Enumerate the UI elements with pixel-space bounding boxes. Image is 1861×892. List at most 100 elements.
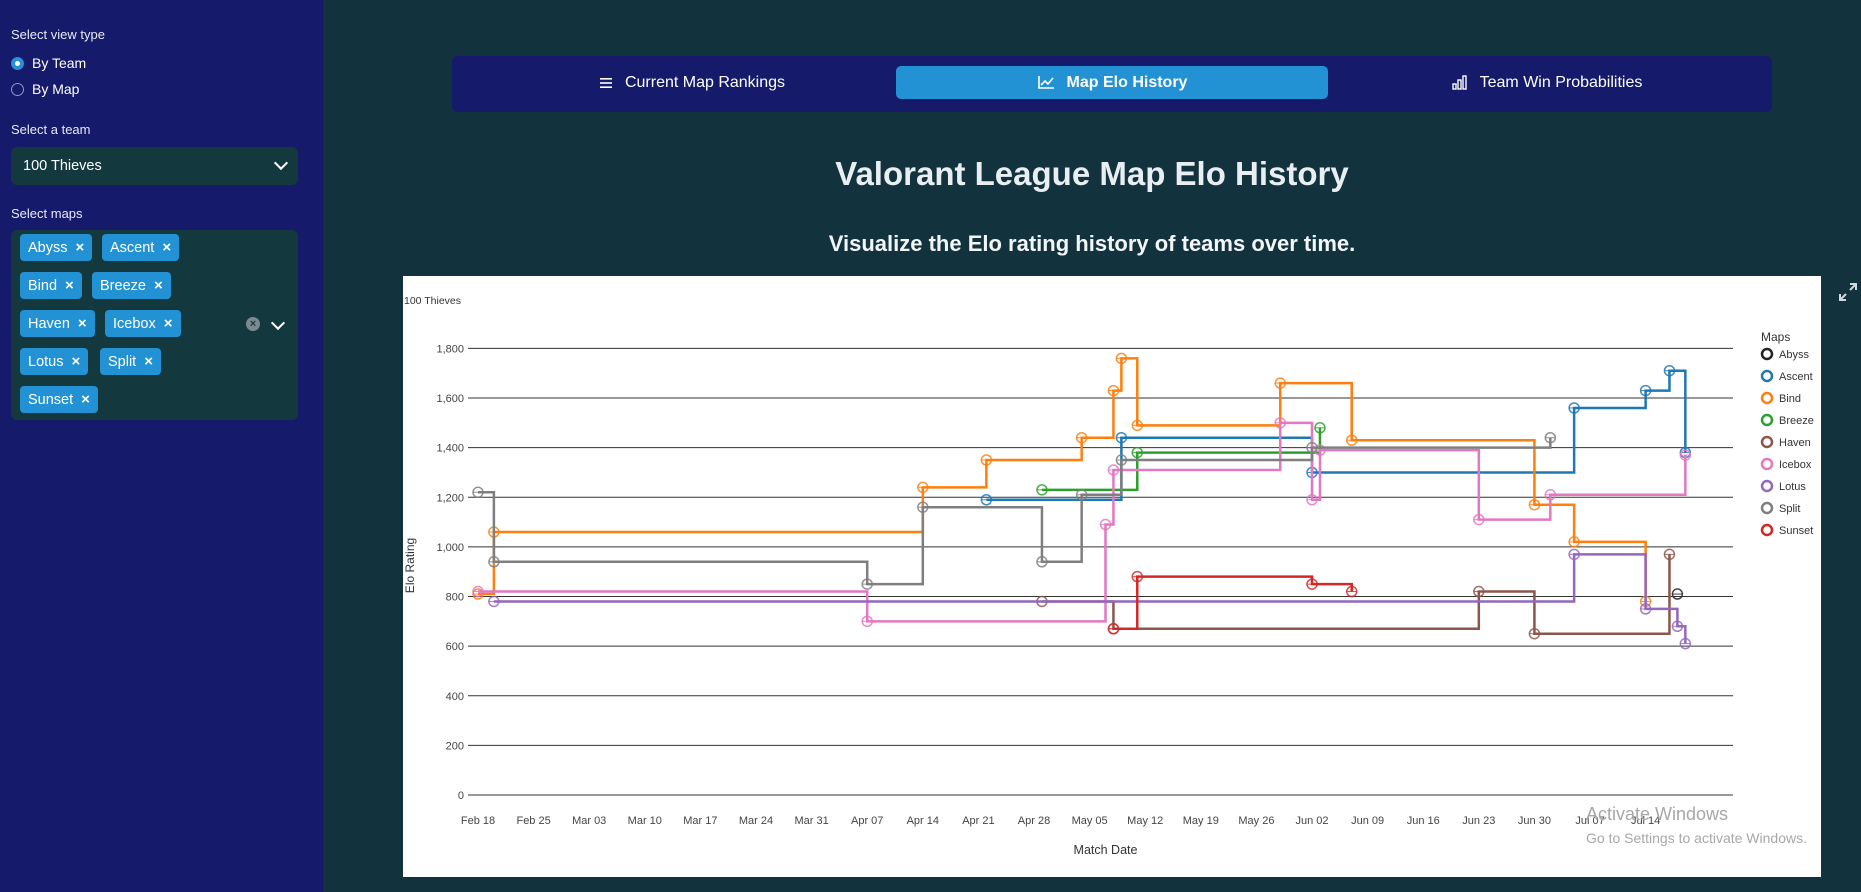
chart-svg: 0 200 400 600 800 1,000 1,200 1,400 1,600 1,800 Fe…	[403, 295, 1814, 857]
map-chip-sunset[interactable]: Sunset ×	[20, 386, 98, 413]
x-tick-label: Feb 18	[461, 815, 495, 827]
tab-label: Team Win Probabilities	[1479, 73, 1643, 91]
close-icon[interactable]: ×	[76, 239, 85, 256]
map-chip-ascent[interactable]: Ascent ×	[102, 234, 180, 261]
list-icon	[599, 77, 612, 88]
expand-icon[interactable]	[1836, 280, 1860, 304]
y-tick-label: 1,200	[436, 492, 464, 504]
x-tick-label: May 12	[1127, 815, 1163, 827]
chip-label: Haven	[28, 315, 70, 332]
tab-current-map-rankings[interactable]: Current Map Rankings	[582, 66, 802, 99]
y-tick-label: 600	[446, 641, 464, 653]
y-tick-label: 200	[446, 740, 464, 752]
chip-label: Bind	[28, 277, 58, 294]
tab-bar: Current Map Rankings Map Elo History Tea…	[452, 56, 1772, 112]
y-tick-label: 0	[458, 790, 464, 802]
x-tick-label: Mar 03	[572, 815, 606, 827]
team-select[interactable]: 100 Thieves	[11, 147, 298, 185]
y-axis-title: Elo Rating	[403, 538, 417, 593]
radio-by-map[interactable]: By Map	[11, 81, 79, 97]
page-subtitle: Visualize the Elo rating history of team…	[828, 231, 1356, 256]
legend-label: Breeze	[1779, 415, 1814, 427]
legend-title: Maps	[1761, 330, 1790, 344]
x-tick-label: May 26	[1238, 815, 1274, 827]
map-chip-abyss[interactable]: Abyss ×	[20, 234, 93, 261]
legend-label: Icebox	[1779, 459, 1812, 471]
page-title: Valorant League Map Elo History	[835, 155, 1349, 192]
y-tick-label: 1,000	[436, 542, 464, 554]
close-icon[interactable]: ×	[78, 315, 87, 332]
map-chip-icebox[interactable]: Icebox ×	[105, 310, 181, 337]
x-tick-label: Apr 07	[851, 815, 883, 827]
tab-team-win-probabilities[interactable]: Team Win Probabilities	[1447, 66, 1647, 99]
x-tick-label: Jun 30	[1518, 815, 1551, 827]
close-icon[interactable]: ×	[164, 315, 173, 332]
chip-label: Ascent	[110, 239, 155, 256]
clear-all-icon[interactable]: ×	[246, 317, 260, 331]
map-chip-bind[interactable]: Bind ×	[20, 272, 82, 299]
activate-windows-subtext: Go to Settings to activate Windows.	[1586, 830, 1807, 846]
close-icon[interactable]: ×	[154, 277, 163, 294]
legend-marker-lotus	[1760, 479, 1774, 493]
legend-marker-breeze	[1760, 413, 1774, 427]
x-tick-label: Feb 25	[516, 815, 550, 827]
legend-label: Ascent	[1779, 371, 1813, 383]
y-tick-label: 1,800	[436, 343, 464, 355]
line-chart-icon	[1037, 76, 1054, 89]
map-chip-split[interactable]: Split ×	[100, 348, 161, 375]
series-line-lotus	[493, 553, 1687, 644]
radio-by-team[interactable]: By Team	[11, 55, 86, 71]
legend-label: Abyss	[1779, 349, 1809, 361]
radio-by-map-label: By Map	[32, 81, 80, 97]
x-tick-label: Apr 28	[1018, 815, 1050, 827]
legend-label: Haven	[1779, 437, 1811, 449]
x-tick-label: May 19	[1183, 815, 1219, 827]
y-tick-label: 1,400	[436, 443, 464, 455]
x-tick-label: Mar 31	[794, 815, 828, 827]
tab-label: Current Map Rankings	[624, 73, 786, 91]
y-tick-label: 800	[446, 592, 464, 604]
legend-label: Lotus	[1779, 481, 1806, 493]
view-type-label: Select view type	[11, 27, 105, 42]
x-tick-label: Jun 16	[1407, 815, 1440, 827]
map-chip-lotus[interactable]: Lotus ×	[20, 348, 89, 375]
chip-label: Split	[108, 353, 137, 370]
legend-label: Split	[1779, 503, 1800, 515]
close-icon[interactable]: ×	[162, 239, 171, 256]
chip-label: Sunset	[28, 391, 74, 408]
chip-label: Icebox	[113, 315, 156, 332]
tab-map-elo-history[interactable]: Map Elo History	[896, 66, 1328, 99]
legend-marker-icebox	[1760, 457, 1774, 471]
chart-title: 100 Thieves	[404, 295, 461, 307]
close-icon[interactable]: ×	[65, 277, 74, 294]
x-tick-label: May 05	[1072, 815, 1108, 827]
x-tick-label: Jun 09	[1351, 815, 1384, 827]
tab-label: Map Elo History	[1066, 73, 1188, 91]
x-tick-label: Jun 23	[1462, 815, 1495, 827]
maps-multiselect[interactable]: Abyss × Ascent × Bind × Breeze × Haven × Iceb…	[11, 230, 298, 420]
legend-label: Bind	[1779, 393, 1801, 405]
sidebar: Select view type By Team By Map Select a…	[0, 0, 323, 892]
chip-label: Abyss	[28, 239, 68, 256]
close-icon[interactable]: ×	[144, 353, 153, 370]
radio-selected-icon	[11, 56, 24, 70]
close-icon[interactable]: ×	[81, 391, 90, 408]
series-line-bind	[478, 357, 1647, 602]
legend-marker-ascent	[1760, 369, 1774, 383]
legend-marker-sunset	[1760, 523, 1774, 537]
team-label: Select a team	[11, 122, 91, 137]
y-tick-label: 400	[446, 691, 464, 703]
map-chip-haven[interactable]: Haven ×	[20, 310, 95, 337]
close-icon[interactable]: ×	[71, 353, 80, 370]
x-tick-label: Mar 24	[739, 815, 773, 827]
chevron-down-icon[interactable]	[270, 315, 286, 331]
chip-label: Lotus	[28, 353, 64, 370]
map-chip-breeze[interactable]: Breeze ×	[92, 272, 171, 299]
radio-unselected-icon	[11, 82, 24, 96]
x-tick-label: Apr 14	[907, 815, 939, 827]
legend-marker-split	[1760, 501, 1774, 515]
x-tick-label: Jun 02	[1296, 815, 1329, 827]
x-tick-label: Mar 10	[628, 815, 662, 827]
activate-windows-watermark: Activate Windows	[1586, 804, 1729, 824]
chevron-down-icon	[273, 155, 289, 171]
